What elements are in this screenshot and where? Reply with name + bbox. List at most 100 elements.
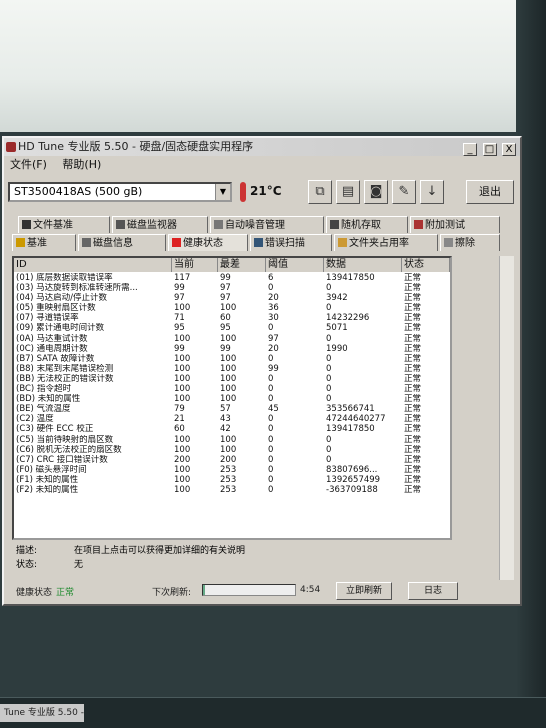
state-label: 状态: [16, 560, 38, 570]
worst-value: 99 [220, 273, 231, 283]
table-row[interactable]: (F1) 未知的属性 100 253 0 1392657499 正常 [14, 475, 450, 485]
current-value: 200 [174, 454, 191, 465]
status-value: 正常 [404, 384, 422, 395]
raw-data: 139417850 [326, 424, 375, 435]
table-row[interactable]: (0A) 马达重试计数 100 100 97 0 正常 [14, 334, 450, 344]
table-row[interactable]: (07) 寻道错误率 71 60 30 14232296 正常 [14, 313, 450, 323]
threshold-value: 97 [268, 333, 279, 344]
description-text: 在项目上点击可以获得更加详细的有关说明 [74, 546, 246, 556]
table-row[interactable]: (01) 底层数据读取错误率 117 99 6 139417850 正常 [14, 273, 450, 283]
folder-icon [338, 238, 347, 247]
wrench-icon[interactable]: ✎ [392, 180, 416, 204]
menu-file[interactable]: 文件(F) [4, 157, 53, 173]
column-header-id[interactable]: ID [14, 258, 172, 272]
tab-label: 文件夹占用率 [349, 238, 409, 249]
status-value: 正常 [404, 454, 422, 465]
disk-info-icon [82, 238, 91, 247]
title-bar[interactable]: HD Tune 专业版 5.50 - 硬盘/固态硬盘实用程序 _ □ X [4, 138, 520, 156]
current-value: 117 [174, 273, 191, 283]
threshold-value: 0 [268, 353, 274, 364]
vertical-scrollbar[interactable] [499, 256, 514, 580]
table-row[interactable]: (BB) 无法校正的错误计数 100 100 0 0 正常 [14, 374, 450, 384]
table-row[interactable]: (04) 马达启动/停止计数 97 97 20 3942 正常 [14, 293, 450, 303]
tab-error-scan[interactable]: 错误扫描 [250, 234, 332, 251]
table-row[interactable]: (C3) 硬件 ECC 校正 60 42 0 139417850 正常 [14, 424, 450, 434]
worst-value: 100 [220, 353, 237, 364]
table-row[interactable]: (0C) 通电周期计数 99 99 20 1990 正常 [14, 344, 450, 354]
exit-button[interactable]: 退出 [466, 180, 514, 204]
log-button[interactable]: 日志 [408, 582, 458, 600]
attribute-name: (BD) 未知的属性 [16, 394, 81, 405]
column-header-data[interactable]: 数据 [324, 258, 402, 272]
tab-random-access[interactable]: 随机存取 [326, 216, 408, 233]
attribute-name: (B7) SATA 故障计数 [16, 353, 95, 364]
table-row[interactable]: (09) 累计通电时间计数 95 95 0 5071 正常 [14, 323, 450, 333]
tab-benchmark[interactable]: 基准 [12, 234, 76, 251]
table-row[interactable]: (BC) 指令超时 100 100 0 0 正常 [14, 384, 450, 394]
table-row[interactable]: (03) 马达旋转到标准转速所需... 99 97 0 0 正常 [14, 283, 450, 293]
threshold-value: 36 [268, 303, 279, 314]
refresh-now-button[interactable]: 立即刷新 [336, 582, 392, 600]
tab-label: 文件基准 [33, 220, 73, 231]
table-row[interactable]: (C7) CRC 接口错误计数 200 200 0 0 正常 [14, 455, 450, 465]
table-row[interactable]: (BD) 未知的属性 100 100 0 0 正常 [14, 394, 450, 404]
drive-select[interactable]: ST3500418AS (500 gB) ▼ [8, 182, 232, 202]
attribute-name: (04) 马达启动/停止计数 [16, 293, 108, 304]
tab-label: 随机存取 [341, 220, 381, 231]
current-value: 60 [174, 424, 185, 435]
worst-value: 100 [220, 394, 237, 405]
current-value: 100 [174, 474, 191, 485]
benchmark-icon [16, 238, 25, 247]
status-value: 正常 [404, 474, 422, 485]
maximize-button[interactable]: □ [482, 143, 497, 156]
random-access-icon [330, 220, 339, 229]
copy-icon[interactable]: ⧉ [308, 180, 332, 204]
table-row[interactable]: (05) 重映射扇区计数 100 100 36 0 正常 [14, 303, 450, 313]
table-row[interactable]: (BE) 气流温度 79 57 45 353566741 正常 [14, 404, 450, 414]
tab-noise-management[interactable]: 自动噪音管理 [210, 216, 324, 233]
menu-help[interactable]: 帮助(H) [56, 157, 107, 173]
worst-value: 97 [220, 283, 231, 294]
raw-data: 0 [326, 373, 332, 384]
tab-health[interactable]: 健康状态 [168, 234, 248, 251]
current-value: 100 [174, 353, 191, 364]
current-value: 100 [174, 303, 191, 314]
close-button[interactable]: X [502, 143, 516, 156]
tab-disk-info[interactable]: 磁盘信息 [78, 234, 166, 251]
current-value: 100 [174, 363, 191, 374]
tab-file-benchmark[interactable]: 文件基准 [18, 216, 110, 233]
table-row[interactable]: (C5) 当前待映射的扇区数 100 100 0 0 正常 [14, 435, 450, 445]
table-row[interactable]: (C2) 温度 21 43 0 47244640277 正常 [14, 414, 450, 424]
table-row[interactable]: (C6) 脱机无法校正的扇区数 100 100 0 0 正常 [14, 445, 450, 455]
app-icon [6, 142, 16, 152]
column-header-threshold[interactable]: 阈值 [266, 258, 324, 272]
threshold-value: 0 [268, 323, 274, 334]
table-row[interactable]: (B8) 末尾到末尾错误检测 100 100 99 0 正常 [14, 364, 450, 374]
status-value: 正常 [404, 323, 422, 334]
status-value: 正常 [404, 333, 422, 344]
chevron-down-icon[interactable]: ▼ [215, 184, 230, 200]
attribute-name: (BC) 指令超时 [16, 384, 71, 395]
threshold-value: 20 [268, 293, 279, 304]
worst-value: 253 [220, 484, 237, 495]
camera-icon[interactable]: ◙ [364, 180, 388, 204]
column-header-status[interactable]: 状态 [402, 258, 450, 272]
column-header-worst[interactable]: 最差 [218, 258, 266, 272]
tab-extra-tests[interactable]: 附加测试 [410, 216, 500, 233]
health-status-label: 健康状态 [16, 588, 53, 598]
tab-disk-monitor[interactable]: 磁盘监视器 [112, 216, 208, 233]
threshold-value: 0 [268, 394, 274, 405]
taskbar-item-hdtune[interactable]: Tune 专业版 5.50 -... [0, 704, 84, 722]
minimize-button[interactable]: _ [463, 143, 477, 156]
column-header-current[interactable]: 当前 [172, 258, 218, 272]
table-row[interactable]: (B7) SATA 故障计数 100 100 0 0 正常 [14, 354, 450, 364]
raw-data: 0 [326, 363, 332, 374]
trash-icon [444, 238, 453, 247]
tab-folder-usage[interactable]: 文件夹占用率 [334, 234, 438, 251]
tab-erase[interactable]: 擦除 [440, 234, 500, 251]
paste-icon[interactable]: ▤ [336, 180, 360, 204]
table-row[interactable]: (F2) 未知的属性 100 253 0 -363709188 正常 [14, 485, 450, 495]
download-icon[interactable]: ↓ [420, 180, 444, 204]
attribute-name: (F1) 未知的属性 [16, 474, 79, 485]
table-row[interactable]: (F0) 磁头悬浮时间 100 253 0 83807696... 正常 [14, 465, 450, 475]
